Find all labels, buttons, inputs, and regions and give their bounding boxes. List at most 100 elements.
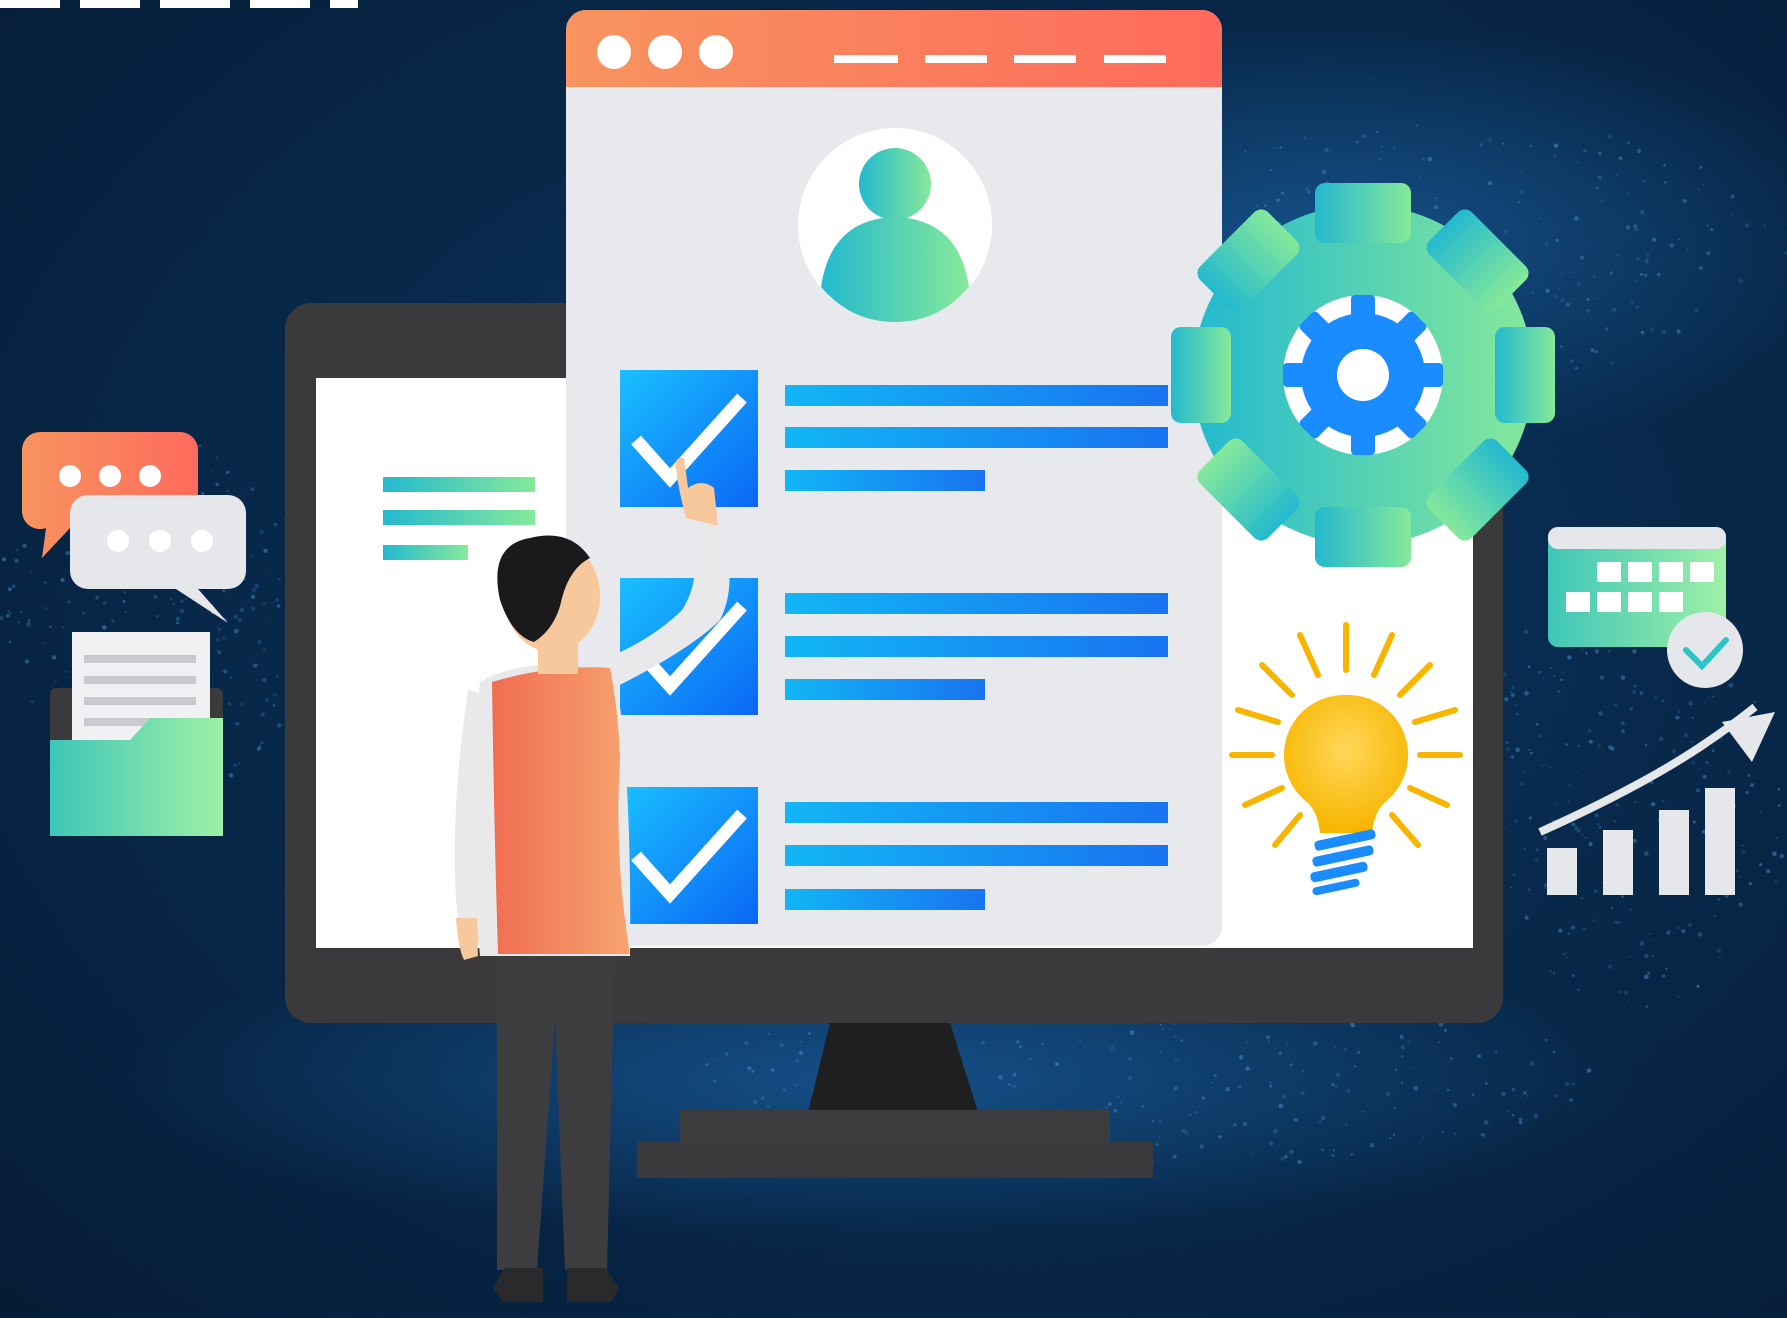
background-dot xyxy=(254,583,260,588)
background-dot xyxy=(1588,739,1593,744)
background-dot xyxy=(262,677,267,683)
background-dot xyxy=(1598,825,1602,829)
background-dot xyxy=(1577,161,1579,163)
background-dot xyxy=(273,693,278,697)
background-dot xyxy=(1594,649,1600,654)
background-dot xyxy=(791,1079,793,1082)
background-dot xyxy=(1361,1110,1364,1113)
background-dot xyxy=(1629,955,1631,958)
background-dot xyxy=(1738,875,1741,878)
background-dot xyxy=(1730,194,1735,199)
background-dot xyxy=(1362,133,1367,139)
background-dot xyxy=(1531,291,1535,294)
background-dot xyxy=(1654,696,1658,700)
background-dot xyxy=(1782,230,1785,233)
background-dot xyxy=(102,601,107,605)
background-dot xyxy=(1570,359,1574,363)
background-dot xyxy=(1640,330,1645,335)
background-dot xyxy=(795,1059,799,1063)
background-dot xyxy=(1378,157,1381,160)
background-dot xyxy=(265,616,268,619)
background-dot xyxy=(1514,703,1517,707)
background-dot xyxy=(1434,197,1437,200)
background-dot xyxy=(1650,939,1653,942)
background-dot xyxy=(1483,1120,1489,1125)
background-dot xyxy=(216,649,219,651)
background-dot xyxy=(1302,1069,1305,1072)
background-dot xyxy=(1346,1089,1351,1094)
background-dot xyxy=(111,619,115,623)
background-dot xyxy=(1632,649,1637,654)
background-dot xyxy=(1696,984,1700,988)
background-dot xyxy=(1369,1143,1375,1148)
background-dot xyxy=(1580,897,1583,900)
background-dot xyxy=(1608,650,1611,653)
background-dot xyxy=(1566,302,1570,307)
background-dot xyxy=(1590,348,1595,353)
background-dot xyxy=(1509,691,1512,694)
user-avatar-icon xyxy=(798,128,992,322)
background-dot xyxy=(1355,140,1359,144)
background-dot xyxy=(1012,1085,1016,1089)
background-dot xyxy=(1560,773,1562,776)
background-dot xyxy=(1560,298,1565,303)
background-dot xyxy=(1702,774,1707,779)
background-dot xyxy=(1583,927,1585,930)
background-dot xyxy=(1001,1078,1004,1081)
background-dot xyxy=(1574,216,1579,221)
background-dot xyxy=(1554,294,1558,298)
background-dot xyxy=(1321,1148,1324,1152)
background-dot xyxy=(1504,697,1509,702)
background-dot xyxy=(1694,308,1699,313)
background-dot xyxy=(1706,251,1711,256)
background-dot xyxy=(1639,941,1645,946)
background-dot xyxy=(1060,1094,1062,1097)
background-dot xyxy=(1705,761,1709,765)
background-dot xyxy=(1676,925,1680,930)
background-dot xyxy=(1488,137,1493,142)
background-dot xyxy=(1321,169,1327,175)
background-dot xyxy=(1635,279,1638,282)
background-dot xyxy=(716,1059,719,1061)
background-dot xyxy=(1286,197,1289,200)
background-dot xyxy=(1583,148,1587,153)
background-dot xyxy=(1592,919,1595,922)
background-dot xyxy=(212,469,214,471)
background-dot xyxy=(215,456,218,459)
background-dot xyxy=(1580,255,1584,260)
background-dot xyxy=(1645,743,1648,747)
background-dot xyxy=(1650,954,1655,959)
background-dot xyxy=(1629,706,1634,711)
background-dot xyxy=(1529,145,1532,148)
background-dot xyxy=(1413,1085,1419,1091)
background-dot xyxy=(1279,146,1282,149)
growth-chart-icon xyxy=(1538,703,1775,895)
background-dot xyxy=(1594,350,1598,354)
background-dot xyxy=(1569,1098,1574,1103)
background-dot xyxy=(761,1096,765,1100)
background-dot xyxy=(1350,1153,1353,1156)
background-dot xyxy=(1776,836,1779,839)
background-dot xyxy=(1255,204,1258,207)
background-dot xyxy=(237,618,242,623)
background-dot xyxy=(1524,915,1529,920)
background-dot xyxy=(1438,1041,1441,1044)
background-dot xyxy=(713,1079,717,1083)
background-dot xyxy=(1510,887,1513,889)
background-dot xyxy=(1506,747,1510,751)
background-dot xyxy=(1269,169,1272,172)
folder-icon xyxy=(50,632,223,836)
background-dot xyxy=(239,600,242,602)
background-dot xyxy=(1635,305,1639,309)
background-dot xyxy=(1571,1081,1576,1086)
background-dot xyxy=(1427,156,1432,162)
background-dot xyxy=(1527,888,1531,892)
background-dot xyxy=(1515,747,1520,753)
background-dot xyxy=(273,522,278,527)
background-dot xyxy=(176,621,179,625)
background-dot xyxy=(1522,770,1526,773)
background-dot xyxy=(1177,1059,1179,1062)
background-dot xyxy=(1407,1040,1411,1044)
background-dot xyxy=(1238,1085,1242,1089)
background-dot xyxy=(1727,770,1731,775)
